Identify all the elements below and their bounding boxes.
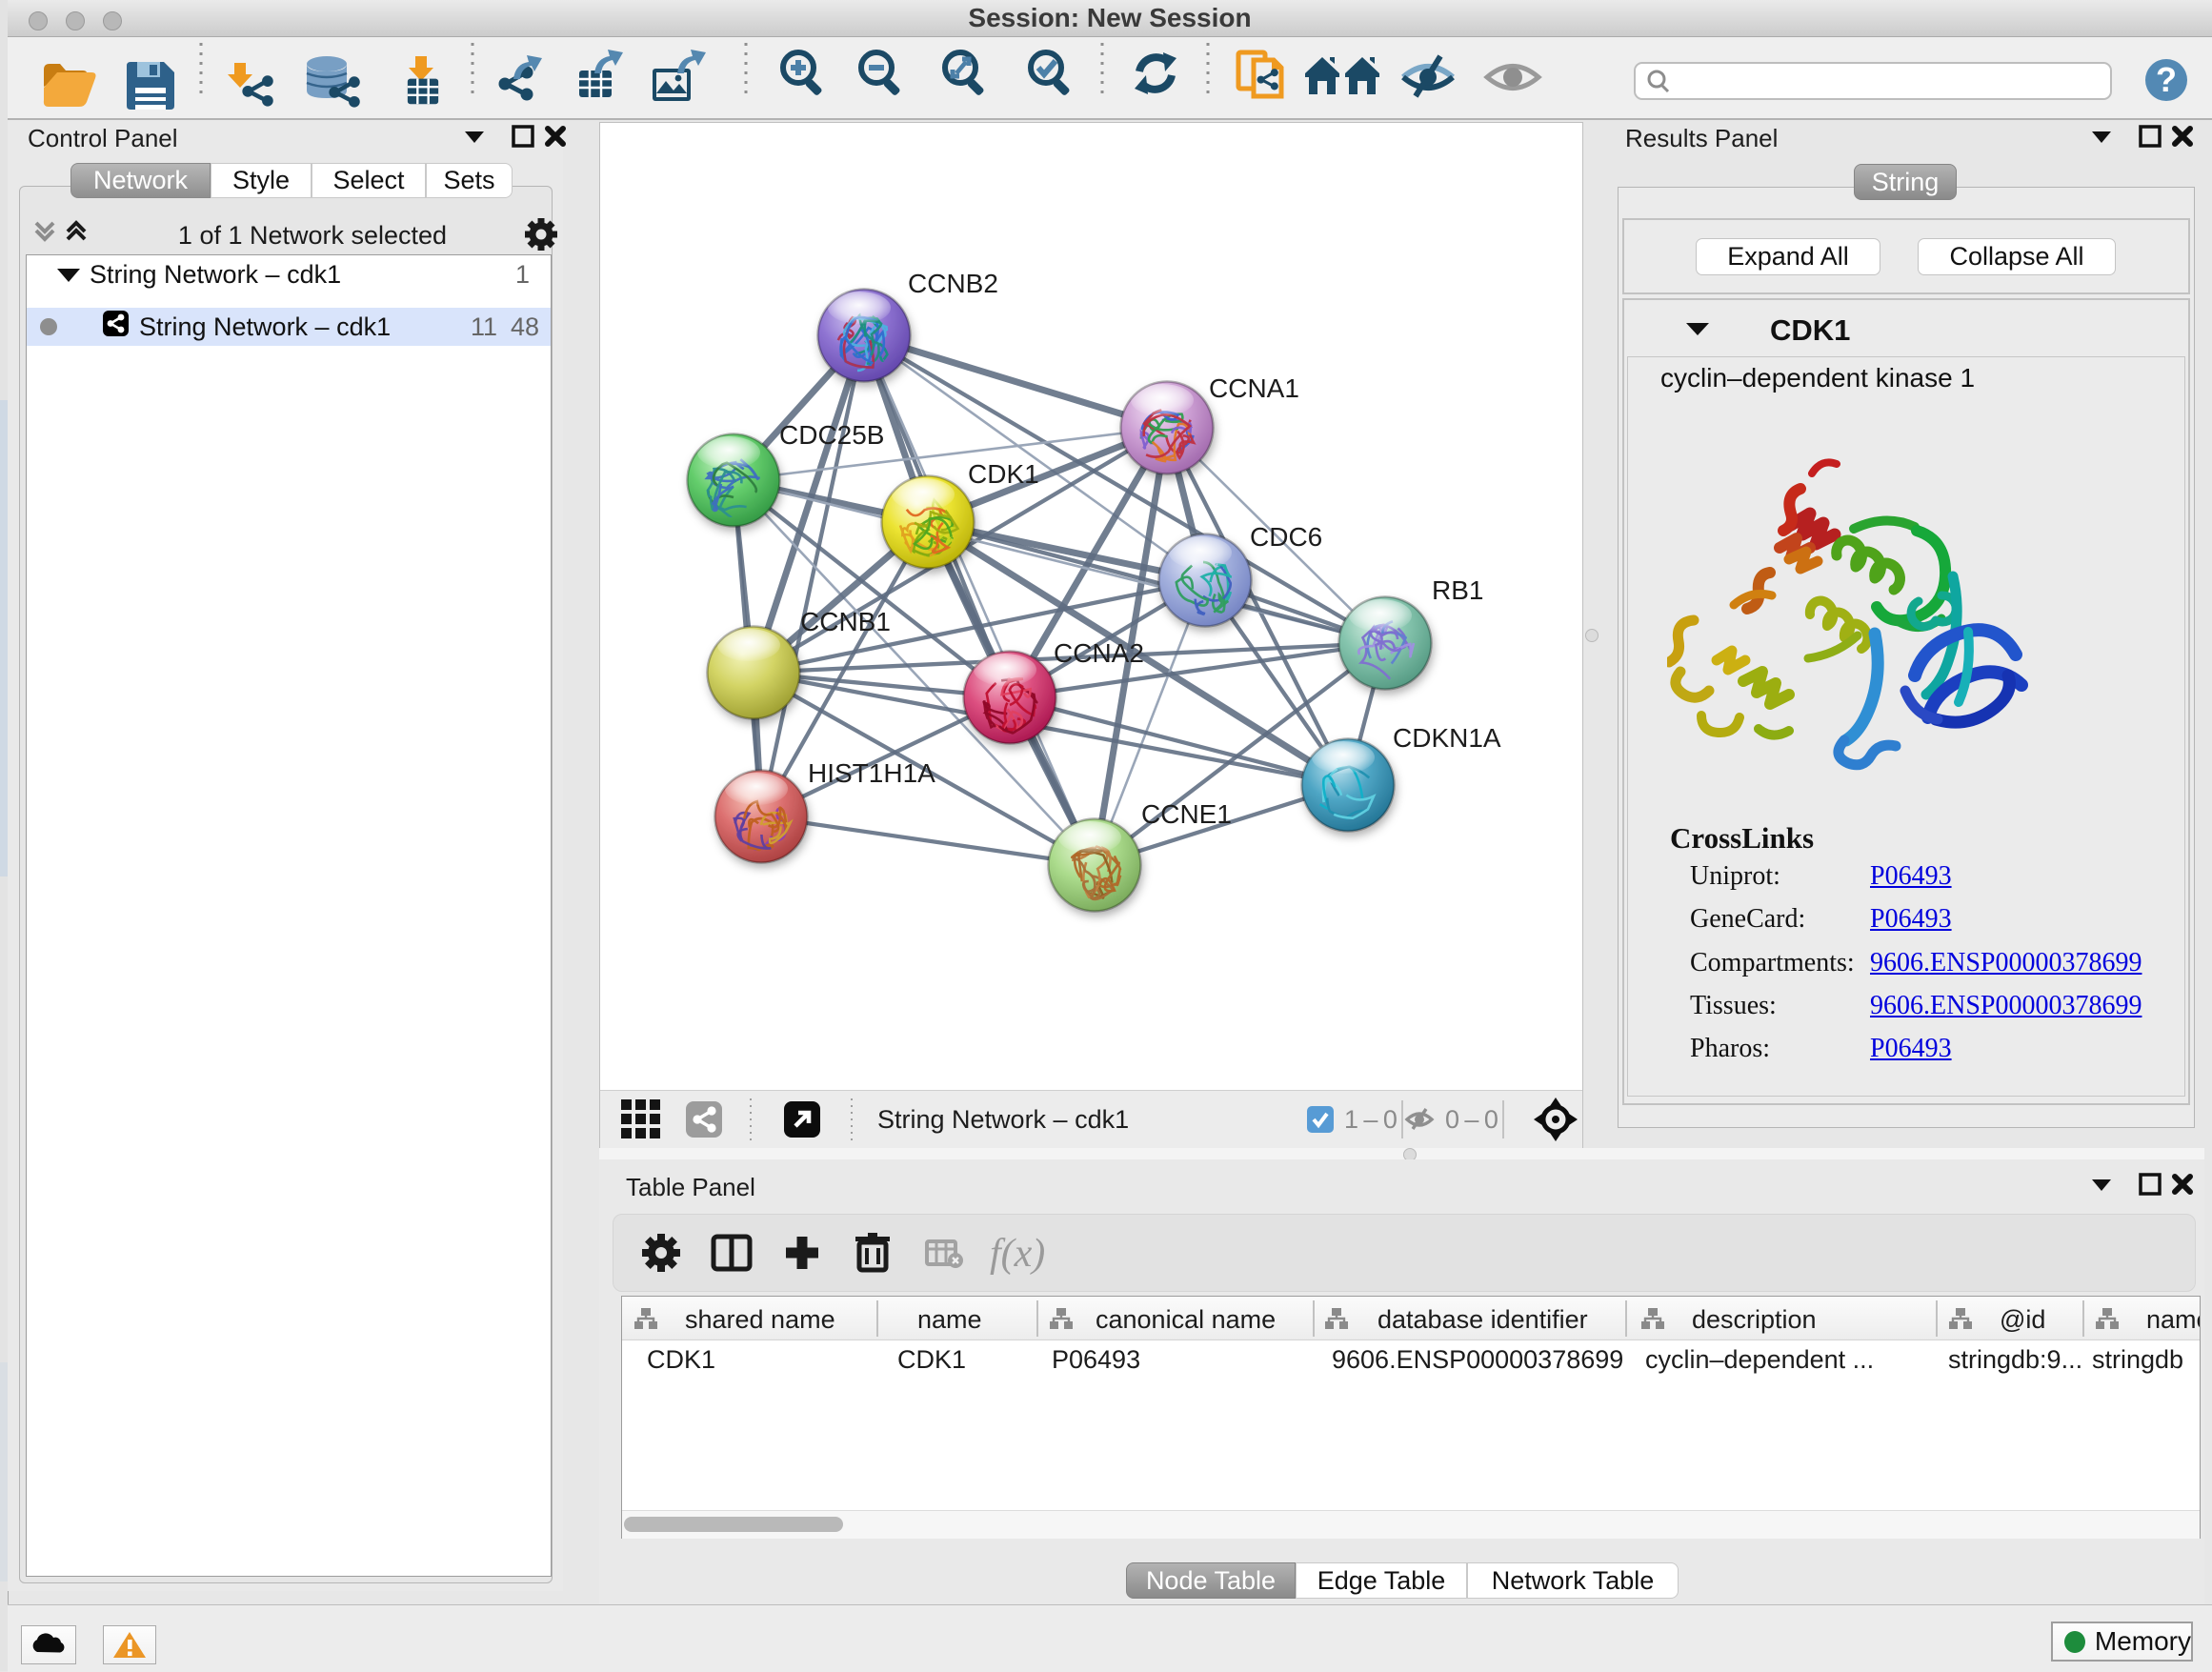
- svg-text:canonical name: canonical name: [1096, 1305, 1276, 1334]
- svg-text:cyclin–dependent ...: cyclin–dependent ...: [1645, 1345, 1874, 1374]
- svg-text:CDKN1A: CDKN1A: [1393, 723, 1501, 753]
- svg-text:?: ?: [2156, 60, 2177, 99]
- svg-text:name: name: [917, 1305, 982, 1334]
- svg-text:CCNE1: CCNE1: [1141, 799, 1232, 829]
- svg-text:CCNA1: CCNA1: [1209, 373, 1299, 403]
- svg-text:P06493: P06493: [1052, 1345, 1140, 1374]
- svg-text:f(x): f(x): [990, 1232, 1045, 1276]
- svg-text:@id: @id: [2000, 1305, 2045, 1334]
- svg-text:database identifier: database identifier: [1377, 1305, 1588, 1334]
- svg-text:1 – 0: 1 – 0: [1344, 1105, 1398, 1134]
- svg-text:HIST1H1A: HIST1H1A: [808, 758, 935, 788]
- svg-text:shared name: shared name: [685, 1305, 835, 1334]
- svg-text:CDK1: CDK1: [968, 459, 1039, 489]
- svg-text:stringdb:9...: stringdb:9...: [1948, 1345, 2082, 1374]
- svg-text:stringdb: stringdb: [2092, 1345, 2183, 1374]
- svg-text:CDK1: CDK1: [647, 1345, 715, 1374]
- svg-text:CDC25B: CDC25B: [779, 420, 884, 450]
- svg-text:CDK1: CDK1: [897, 1345, 966, 1374]
- svg-text:CCNB1: CCNB1: [800, 607, 891, 636]
- svg-text:9606.ENSP00000378699: 9606.ENSP00000378699: [1332, 1345, 1623, 1374]
- svg-text:RB1: RB1: [1432, 575, 1483, 605]
- svg-text:CDC6: CDC6: [1250, 522, 1322, 552]
- svg-text:CCNB2: CCNB2: [908, 269, 998, 298]
- svg-text:0 – 0: 0 – 0: [1445, 1105, 1498, 1134]
- svg-text:namespac: namespac: [2146, 1305, 2200, 1334]
- svg-text:String Network – cdk1: String Network – cdk1: [877, 1105, 1129, 1134]
- svg-text:CCNA2: CCNA2: [1054, 638, 1144, 668]
- svg-text:description: description: [1692, 1305, 1817, 1334]
